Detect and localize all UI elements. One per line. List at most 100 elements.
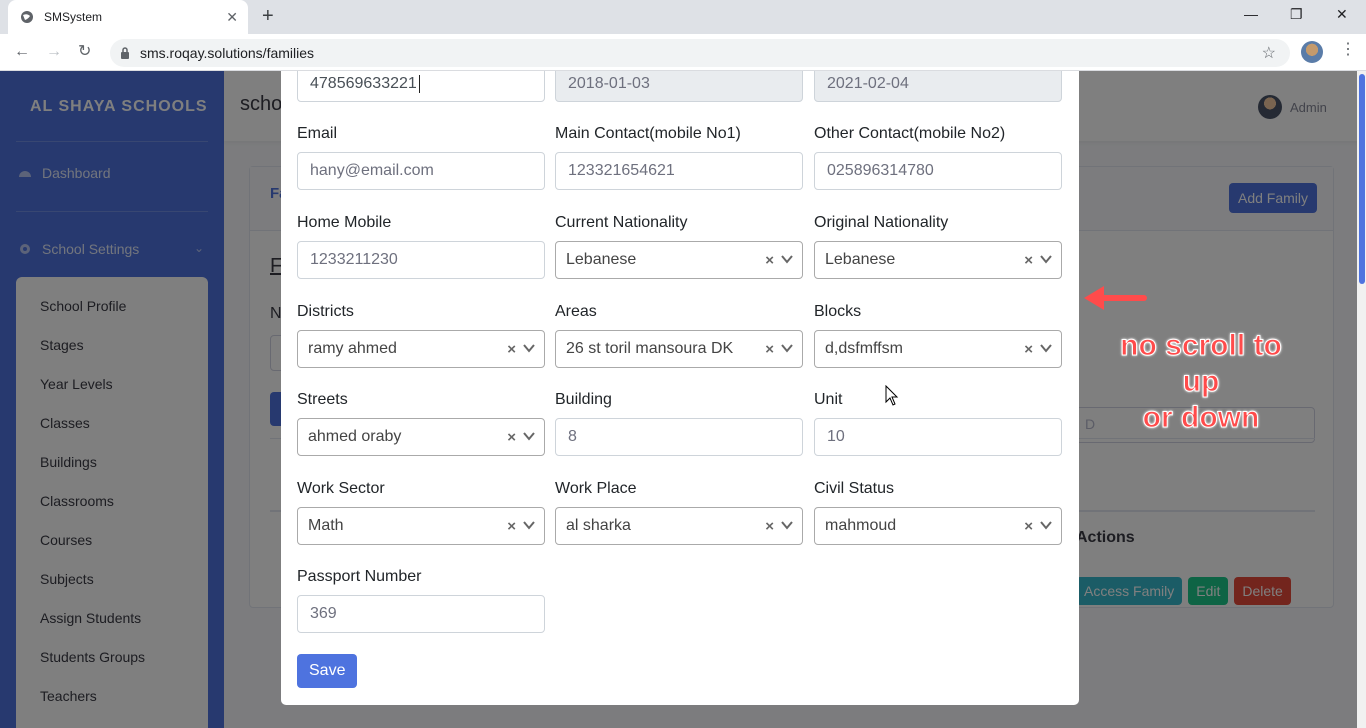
civil-status-field: Civil Status mahmoud × — [814, 480, 1062, 545]
work-sector-label: Work Sector — [297, 480, 385, 497]
email-value: hany@email.com — [310, 162, 434, 179]
streets-select[interactable]: ahmed oraby × — [297, 418, 545, 456]
work-sector-field: Work Sector Math × — [297, 480, 545, 545]
clear-icon[interactable]: × — [765, 252, 774, 269]
civil-status-value: mahmoud — [825, 517, 897, 534]
home-mobile-value: 1233211230 — [310, 251, 398, 268]
chevron-down-icon[interactable] — [780, 252, 794, 266]
clear-icon[interactable]: × — [1024, 252, 1033, 269]
current-nationality-select[interactable]: Lebanese × — [555, 241, 803, 279]
original-nationality-value: Lebanese — [825, 251, 896, 268]
annotation-line-1: no scroll to up — [1120, 329, 1283, 399]
restore-button[interactable]: ❐ — [1290, 6, 1303, 23]
end-date-input[interactable]: 2021-02-04 — [814, 71, 1062, 102]
other-contact-input[interactable]: 025896314780 — [814, 152, 1062, 190]
back-icon[interactable]: ← — [14, 43, 30, 61]
chevron-down-icon[interactable] — [780, 341, 794, 355]
building-label: Building — [555, 391, 612, 408]
end-date-value: 2021-02-04 — [827, 74, 909, 92]
blocks-select[interactable]: d,dsfmffsm × — [814, 330, 1062, 368]
other-contact-value: 025896314780 — [827, 162, 934, 179]
minimize-button[interactable]: — — [1244, 6, 1258, 22]
chevron-down-icon[interactable] — [1039, 252, 1053, 266]
districts-select[interactable]: ramy ahmed × — [297, 330, 545, 368]
passport-value: 369 — [310, 605, 337, 622]
clear-icon[interactable]: × — [507, 429, 516, 446]
chevron-down-icon[interactable] — [780, 518, 794, 532]
home-mobile-input[interactable]: 1233211230 — [297, 241, 545, 279]
clear-icon[interactable]: × — [765, 341, 774, 358]
areas-field: Areas 26 st toril mansoura DK × — [555, 303, 803, 368]
close-window-button[interactable]: ✕ — [1336, 6, 1348, 23]
annotation-line-2: or down — [1142, 401, 1260, 435]
unit-field: Unit 10 — [814, 391, 1062, 456]
building-input[interactable]: 8 — [555, 418, 803, 456]
start-date-input[interactable]: 2018-01-03 — [555, 71, 803, 102]
districts-label: Districts — [297, 303, 354, 320]
text-caret — [418, 74, 420, 93]
clear-icon[interactable]: × — [1024, 341, 1033, 358]
menu-kebab-icon[interactable]: ⋮ — [1340, 42, 1356, 58]
annotation-arrow-icon — [1084, 286, 1147, 310]
original-nationality-field: Original Nationality Lebanese × — [814, 214, 1062, 279]
reload-icon[interactable]: ↻ — [78, 43, 91, 61]
unit-input[interactable]: 10 — [814, 418, 1062, 456]
address-bar[interactable]: sms.roqay.solutions/families ☆ — [110, 39, 1290, 67]
profile-avatar[interactable] — [1301, 41, 1323, 63]
chevron-down-icon[interactable] — [522, 518, 536, 532]
close-tab-icon[interactable]: ✕ — [226, 9, 238, 26]
work-sector-value: Math — [308, 517, 344, 534]
home-mobile-label: Home Mobile — [297, 214, 392, 231]
current-nationality-field: Current Nationality Lebanese × — [555, 214, 803, 279]
streets-field: Streets ahmed oraby × — [297, 391, 545, 456]
work-place-value: al sharka — [566, 517, 631, 534]
original-nationality-label: Original Nationality — [814, 214, 949, 231]
clear-icon[interactable]: × — [507, 341, 516, 358]
email-input[interactable]: hany@email.com — [297, 152, 545, 190]
chevron-down-icon[interactable] — [522, 429, 536, 443]
id-number-input[interactable]: 478569633221 — [297, 71, 545, 102]
current-nationality-label: Current Nationality — [555, 214, 688, 231]
unit-value: 10 — [827, 428, 845, 445]
areas-label: Areas — [555, 303, 597, 320]
chevron-down-icon[interactable] — [1039, 341, 1053, 355]
areas-value: 26 st toril mansoura DK — [566, 340, 734, 357]
mouse-cursor-icon — [885, 385, 899, 406]
forward-icon[interactable]: → — [46, 43, 62, 61]
main-contact-value: 123321654621 — [568, 162, 675, 179]
main-contact-input[interactable]: 123321654621 — [555, 152, 803, 190]
start-date-value: 2018-01-03 — [568, 74, 650, 92]
tab-title: SMSystem — [44, 10, 103, 24]
email-field: Email hany@email.com — [297, 125, 545, 190]
chevron-down-icon[interactable] — [522, 341, 536, 355]
app-page: AL SHAYA SCHOOLS Dashboard School Settin… — [0, 71, 1366, 728]
original-nationality-select[interactable]: Lebanese × — [814, 241, 1062, 279]
work-place-select[interactable]: al sharka × — [555, 507, 803, 545]
civil-status-select[interactable]: mahmoud × — [814, 507, 1062, 545]
districts-value: ramy ahmed — [308, 340, 397, 357]
clear-icon[interactable]: × — [1024, 518, 1033, 535]
home-mobile-field: Home Mobile 1233211230 — [297, 214, 545, 279]
civil-status-label: Civil Status — [814, 480, 895, 497]
url-text: sms.roqay.solutions/families — [140, 45, 315, 61]
new-tab-button[interactable]: + — [262, 6, 274, 26]
browser-toolbar: ← → ↻ sms.roqay.solutions/families ☆ — [0, 34, 1366, 71]
email-label: Email — [297, 125, 338, 142]
work-sector-select[interactable]: Math × — [297, 507, 545, 545]
globe-icon — [20, 10, 34, 24]
annotation-text: no scroll to up or down — [1098, 328, 1304, 436]
clear-icon[interactable]: × — [507, 518, 516, 535]
browser-tab[interactable]: SMSystem ✕ — [8, 0, 248, 34]
page-scrollbar-thumb[interactable] — [1359, 74, 1365, 284]
main-contact-field: Main Contact(mobile No1) 123321654621 — [555, 125, 803, 190]
areas-select[interactable]: 26 st toril mansoura DK × — [555, 330, 803, 368]
building-value: 8 — [568, 428, 577, 445]
other-contact-field: Other Contact(mobile No2) 025896314780 — [814, 125, 1062, 190]
clear-icon[interactable]: × — [765, 518, 774, 535]
passport-input[interactable]: 369 — [297, 595, 545, 633]
bookmark-star-icon[interactable]: ☆ — [1262, 43, 1276, 63]
save-button[interactable]: Save — [297, 654, 358, 688]
work-place-label: Work Place — [555, 480, 637, 497]
streets-label: Streets — [297, 391, 348, 408]
chevron-down-icon[interactable] — [1039, 518, 1053, 532]
